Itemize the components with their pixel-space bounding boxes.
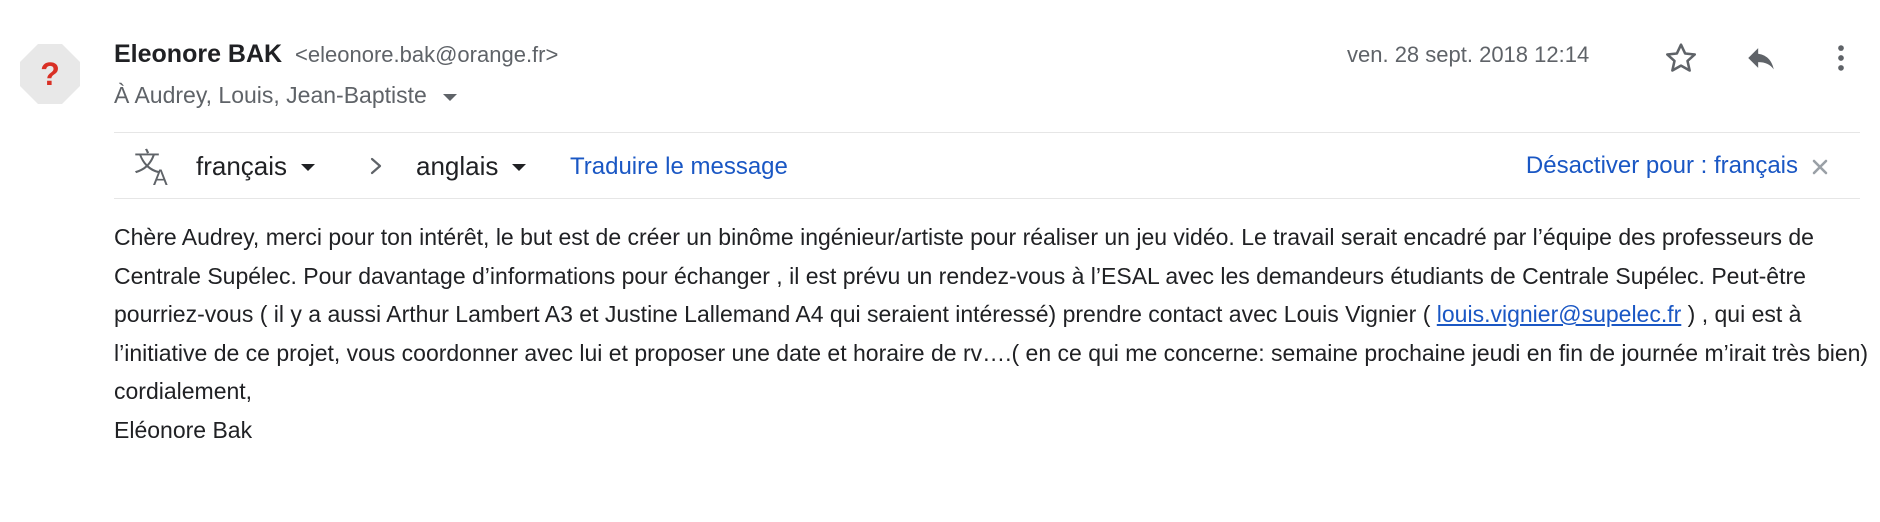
email-link[interactable]: louis.vignier@supelec.fr — [1437, 301, 1682, 327]
deactivate-translation-link[interactable]: Désactiver pour : français — [1526, 152, 1798, 180]
message-paragraph: Chère Audrey, merci pour ton intérêt, le… — [114, 218, 1874, 372]
avatar[interactable]: ? — [20, 44, 80, 104]
sender-name[interactable]: Eleonore BAK — [114, 40, 282, 68]
recipients-label: À Audrey, Louis, Jean-Baptiste — [114, 82, 427, 108]
sender-email: <eleonore.bak@orange.fr> — [295, 42, 559, 67]
chevron-down-icon — [442, 93, 457, 101]
chevron-right-icon — [370, 157, 382, 175]
closing-text: cordialement, — [114, 378, 253, 404]
reply-icon — [1748, 48, 1774, 70]
source-language-select[interactable]: français — [196, 151, 316, 182]
close-icon[interactable] — [1810, 157, 1830, 177]
more-options-button[interactable] — [1821, 38, 1861, 78]
email-message: ? Eleonore BAK <eleonore.bak@orange.fr> … — [0, 0, 1880, 522]
message-date: ven. 28 sept. 2018 12:14 — [1347, 42, 1590, 67]
translate-bar: 文 A français anglais Traduire le message… — [114, 133, 1860, 198]
divider — [114, 198, 1860, 199]
message-body: Chère Audrey, merci pour ton intérêt, le… — [114, 218, 1874, 449]
recipients-toggle[interactable]: À Audrey, Louis, Jean-Baptiste — [114, 82, 457, 109]
signature-text: Eléonore Bak — [114, 416, 253, 443]
star-button[interactable] — [1661, 38, 1701, 78]
star-icon — [1665, 43, 1697, 72]
svg-text:A: A — [153, 165, 168, 187]
reply-button[interactable] — [1741, 38, 1781, 78]
translate-message-link[interactable]: Traduire le message — [570, 153, 788, 181]
translate-icon: 文 A — [134, 148, 168, 187]
source-language-label: français — [196, 151, 288, 181]
target-language-label: anglais — [416, 151, 499, 181]
more-vert-icon — [1838, 45, 1844, 71]
sender-line: Eleonore BAK <eleonore.bak@orange.fr> — [114, 40, 558, 69]
chevron-down-icon — [512, 164, 527, 171]
avatar-glyph: ? — [40, 55, 60, 92]
target-language-select[interactable]: anglais — [416, 151, 527, 182]
chevron-down-icon — [301, 164, 316, 171]
